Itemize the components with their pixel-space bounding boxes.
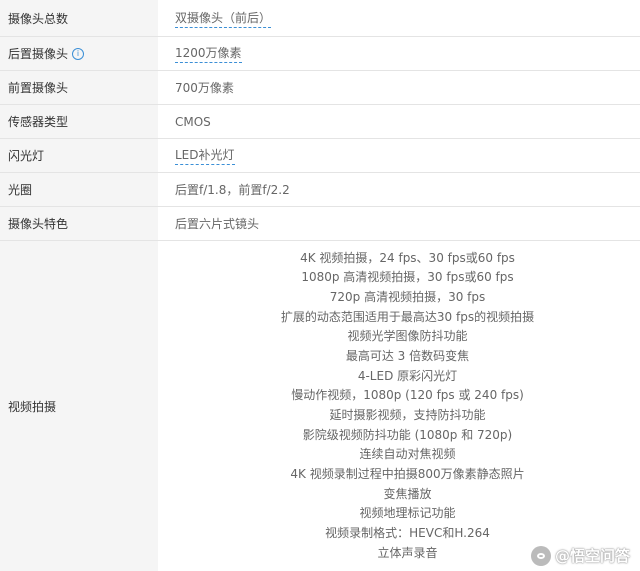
- spec-label: 视频拍摄: [0, 241, 158, 571]
- spec-label: 传感器类型: [0, 105, 158, 138]
- spec-value: 后置六片式镜头: [175, 217, 260, 231]
- info-icon[interactable]: i: [72, 47, 85, 60]
- spec-value: 后置f/1.8，前置f/2.2: [175, 183, 290, 197]
- spec-value-link[interactable]: 1200万像素: [175, 44, 242, 63]
- video-feature-item: 扩展的动态范围适用于最高达30 fps的视频拍摄: [280, 309, 535, 324]
- spec-label-with-info: 后置摄像头 i: [0, 37, 158, 70]
- spec-value: 双摄像头（前后）: [158, 0, 640, 36]
- spec-row-front-camera: 前置摄像头 700万像素: [0, 71, 640, 105]
- wukong-logo-icon: [530, 545, 551, 566]
- spec-value-link[interactable]: LED补光灯: [175, 146, 235, 165]
- spec-label: 摄像头总数: [0, 0, 158, 36]
- spec-row-video-recording: 视频拍摄 4K 视频拍摄，24 fps、30 fps或60 fps 1080p …: [0, 241, 640, 571]
- video-feature-item: 延时摄影视频，支持防抖功能: [329, 408, 486, 422]
- video-feature-item: 影院级视频防抖功能 (1080p 和 720p): [302, 427, 513, 442]
- video-feature-item: 视频录制格式：HEVC和H.264: [325, 526, 490, 541]
- spec-value: LED补光灯: [158, 139, 640, 172]
- video-feature-item: 视频地理标记功能: [359, 506, 456, 521]
- spec-row-camera-features: 摄像头特色 后置六片式镜头: [0, 207, 640, 241]
- spec-row-aperture: 光圈 后置f/1.8，前置f/2.2: [0, 173, 640, 207]
- video-feature-item: 4K 视频录制过程中拍摄800万像素静态照片: [290, 467, 525, 482]
- video-feature-item: 慢动作视频，1080p (120 fps 或 240 fps): [291, 388, 524, 403]
- spec-label-text: 后置摄像头: [8, 47, 69, 61]
- video-feature-item: 720p 高清视频拍摄，30 fps: [329, 289, 486, 304]
- spec-row-camera-count: 摄像头总数 双摄像头（前后）: [0, 0, 640, 37]
- watermark-text: @悟空问答: [554, 547, 630, 565]
- watermark: @悟空问答: [530, 545, 630, 566]
- spec-row-flash: 闪光灯 LED补光灯: [0, 139, 640, 173]
- spec-row-sensor-type: 传感器类型 CMOS: [0, 105, 640, 139]
- spec-label: 光圈: [0, 173, 158, 206]
- video-feature-item: 视频光学图像防抖功能: [347, 329, 468, 344]
- spec-label: 摄像头特色: [0, 207, 158, 240]
- video-feature-item: 4K 视频拍摄，24 fps、30 fps或60 fps: [300, 250, 515, 265]
- video-feature-item: 连续自动对焦视频: [359, 447, 456, 462]
- spec-value-link[interactable]: 双摄像头（前后）: [175, 9, 272, 28]
- video-feature-item: 立体声录音: [377, 545, 438, 560]
- spec-value: CMOS: [175, 114, 211, 129]
- video-feature-item: 变焦播放: [383, 486, 432, 501]
- spec-row-rear-camera: 后置摄像头 i 1200万像素: [0, 37, 640, 71]
- video-feature-item: 1080p 高清视频拍摄，30 fps或60 fps: [301, 270, 514, 285]
- spec-value: 1200万像素: [158, 37, 640, 70]
- spec-label: 前置摄像头: [0, 71, 158, 104]
- spec-table: 摄像头总数 双摄像头（前后） 后置摄像头 i 1200万像素 前置摄像头 700…: [0, 0, 640, 571]
- video-feature-item: 4-LED 原彩闪光灯: [357, 368, 458, 383]
- video-features-list: 4K 视频拍摄，24 fps、30 fps或60 fps 1080p 高清视频拍…: [158, 241, 640, 571]
- spec-label: 闪光灯: [0, 139, 158, 172]
- spec-value: 700万像素: [175, 81, 234, 95]
- video-feature-item: 最高可达 3 倍数码变焦: [345, 348, 470, 363]
